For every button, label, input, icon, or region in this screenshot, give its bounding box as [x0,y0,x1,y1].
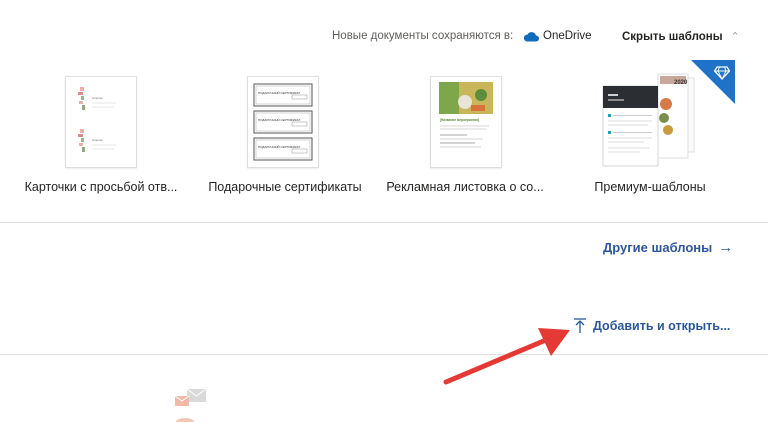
template-label-event-flyer[interactable]: Рекламная листовка о со... [380,180,550,194]
chevron-up-icon: ⌃ [730,31,740,43]
thumb-text: ПОДАРОЧНЫЙ СЕРТИФИКАТ [258,145,300,149]
more-templates-label: Другие шаблоны [603,240,713,255]
thumb-text: ПОДАРОЧНЫЙ СЕРТИФИКАТ [258,91,300,95]
thumb-text: ПОДАРОЧНЫЙ СЕРТИФИКАТ [258,118,300,122]
hide-templates-button[interactable]: Скрыть шаблоны ⌃ [622,30,740,44]
gift-certificates-preview: ПОДАРОЧНЫЙ СЕРТИФИКАТ ПОДАРОЧНЫЙ СЕРТИФИ… [253,83,313,161]
mail-icon [173,388,209,422]
template-thumbnail-gift-certificates[interactable]: ПОДАРОЧНЫЙ СЕРТИФИКАТ ПОДАРОЧНЫЙ СЕРТИФИ… [247,76,319,168]
diamond-icon [714,66,730,80]
top-bar: Новые документы сохраняются в: OneDrive … [0,30,768,48]
cloud-icon [523,31,539,41]
hide-templates-label: Скрыть шаблоны [622,30,723,43]
template-label-gift-certificates[interactable]: Подарочные сертификаты [200,180,370,194]
template-thumbnail-response-cards[interactable]: Хорошо Хорошо [65,76,137,168]
arrow-right-icon: → [718,239,734,256]
template-label-premium[interactable]: Премиум-шаблоны [565,180,735,194]
onedrive-label: OneDrive [543,30,592,42]
onedrive-location[interactable]: OneDrive [523,30,592,42]
upload-and-open-label: Добавить и открыть... [593,319,731,333]
thumb-text: 2020 [674,80,688,86]
thumb-text: [Название мероприятия] [440,118,479,122]
section-divider [0,222,768,223]
more-templates-link[interactable]: Другие шаблоны → [603,239,733,256]
thumb-text: Хорошо [92,138,103,142]
save-location-note: Новые документы сохраняются в: [332,30,514,42]
template-thumbnail-event-flyer[interactable]: [Название мероприятия] [430,76,502,168]
thumb-text: Хорошо [92,96,103,100]
template-thumbnail-premium[interactable]: 2020 [600,60,735,168]
template-label-response-cards[interactable]: Карточки с просьбой отв... [16,180,186,194]
upload-icon [574,318,586,333]
section-divider [0,354,768,355]
upload-and-open-button[interactable]: Добавить и открыть... [573,318,730,334]
event-flyer-preview: [Название мероприятия] [439,82,493,148]
response-cards-preview: Хорошо Хорошо [78,87,116,152]
